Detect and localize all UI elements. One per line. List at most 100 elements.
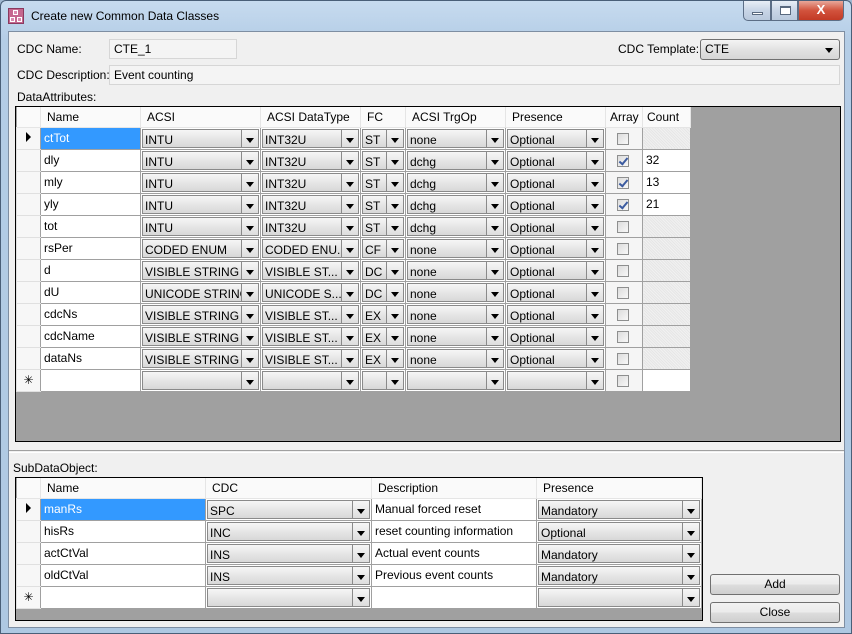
- presence-dropdown-button[interactable]: [586, 327, 603, 345]
- new-table-row[interactable]: ✳: [16, 368, 691, 392]
- column-header-name[interactable]: Name: [40, 478, 206, 499]
- acsi-cell[interactable]: INTU: [140, 170, 261, 194]
- acsi-select[interactable]: INTU: [142, 150, 259, 170]
- table-row[interactable]: cdcNs VISIBLE STRING VISIBLE ST... EX none Op…: [16, 302, 691, 326]
- row-header[interactable]: ✳: [16, 585, 41, 609]
- acsi-datatype-cell[interactable]: [260, 368, 361, 392]
- count-cell[interactable]: [642, 280, 691, 304]
- count-cell[interactable]: 21: [642, 192, 691, 216]
- acsi-trgop-dropdown-button[interactable]: [486, 327, 503, 345]
- presence-dropdown-button[interactable]: [682, 500, 699, 518]
- fc-select[interactable]: CF: [362, 238, 404, 258]
- presence-select[interactable]: Mandatory: [538, 499, 700, 519]
- name-cell[interactable]: dataNs: [40, 346, 141, 370]
- table-row[interactable]: yly INTU INT32U ST dchg Optional 21: [16, 192, 691, 216]
- row-header[interactable]: [16, 519, 41, 543]
- fc-select[interactable]: DC: [362, 260, 404, 280]
- acsi-datatype-select[interactable]: VISIBLE ST...: [262, 304, 359, 324]
- acsi-trgop-select[interactable]: none: [407, 238, 504, 258]
- acsi-select[interactable]: INTU: [142, 194, 259, 214]
- presence-select[interactable]: Optional: [507, 128, 604, 148]
- acsi-select[interactable]: UNICODE STRING: [142, 282, 259, 302]
- row-header[interactable]: [16, 214, 41, 238]
- count-cell[interactable]: [642, 236, 691, 260]
- presence-select[interactable]: Mandatory: [538, 565, 700, 585]
- name-cell[interactable]: cdcNs: [40, 302, 141, 326]
- presence-select[interactable]: Optional: [507, 194, 604, 214]
- fc-dropdown-button[interactable]: [386, 371, 403, 389]
- acsi-trgop-dropdown-button[interactable]: [486, 173, 503, 191]
- acsi-trgop-select[interactable]: none: [407, 282, 504, 302]
- acsi-trgop-dropdown-button[interactable]: [486, 217, 503, 235]
- maximize-button[interactable]: [771, 1, 798, 21]
- presence-dropdown-button[interactable]: [586, 239, 603, 257]
- presence-cell[interactable]: Optional: [505, 236, 606, 260]
- array-cell[interactable]: [605, 324, 643, 348]
- acsi-cell[interactable]: VISIBLE STRING: [140, 302, 261, 326]
- row-header[interactable]: [16, 280, 41, 304]
- acsi-trgop-cell[interactable]: none: [405, 280, 506, 304]
- acsi-select[interactable]: VISIBLE STRING: [142, 304, 259, 324]
- table-row[interactable]: oldCtVal INS Previous event counts Mandator…: [16, 563, 702, 587]
- presence-cell[interactable]: Optional: [505, 280, 606, 304]
- description-cell[interactable]: Previous event counts: [371, 563, 537, 587]
- fc-cell[interactable]: ST: [360, 214, 406, 238]
- acsi-trgop-select[interactable]: none: [407, 260, 504, 280]
- row-header[interactable]: [16, 541, 41, 565]
- column-header-presence[interactable]: Presence: [505, 107, 606, 128]
- presence-dropdown-button[interactable]: [586, 305, 603, 323]
- presence-dropdown-button[interactable]: [586, 371, 603, 389]
- table-row[interactable]: dly INTU INT32U ST dchg Optional 32: [16, 148, 691, 172]
- acsi-datatype-cell[interactable]: VISIBLE ST...: [260, 258, 361, 282]
- array-checkbox[interactable]: [617, 330, 629, 343]
- presence-select[interactable]: [507, 370, 604, 390]
- count-cell[interactable]: [642, 126, 691, 150]
- acsi-datatype-cell[interactable]: CODED ENU...: [260, 236, 361, 260]
- fc-cell[interactable]: EX: [360, 324, 406, 348]
- acsi-trgop-dropdown-button[interactable]: [486, 239, 503, 257]
- array-checkbox[interactable]: [617, 242, 629, 255]
- acsi-trgop-select[interactable]: dchg: [407, 172, 504, 192]
- acsi-datatype-select[interactable]: VISIBLE ST...: [262, 326, 359, 346]
- cdc-cell[interactable]: SPC: [205, 497, 372, 521]
- presence-select[interactable]: Optional: [507, 216, 604, 236]
- fc-cell[interactable]: DC: [360, 280, 406, 304]
- array-checkbox[interactable]: [617, 198, 629, 211]
- presence-cell[interactable]: Mandatory: [536, 563, 702, 587]
- presence-select[interactable]: Optional: [507, 150, 604, 170]
- fc-cell[interactable]: CF: [360, 236, 406, 260]
- acsi-trgop-cell[interactable]: dchg: [405, 192, 506, 216]
- sub-data-object-grid[interactable]: Name CDC Description Presence manRs SPC Ma…: [15, 477, 703, 621]
- presence-dropdown-button[interactable]: [586, 349, 603, 367]
- cdc-select[interactable]: SPC: [207, 499, 370, 519]
- acsi-cell[interactable]: CODED ENUM: [140, 236, 261, 260]
- acsi-datatype-dropdown-button[interactable]: [341, 217, 358, 235]
- array-checkbox[interactable]: [617, 352, 629, 365]
- name-cell[interactable]: cdcName: [40, 324, 141, 348]
- column-header-acsi-trgop[interactable]: ACSI TrgOp: [405, 107, 506, 128]
- fc-select[interactable]: EX: [362, 348, 404, 368]
- name-cell[interactable]: hisRs: [40, 519, 206, 543]
- array-checkbox[interactable]: [617, 132, 629, 145]
- array-cell[interactable]: [605, 368, 643, 392]
- count-cell[interactable]: [642, 214, 691, 238]
- section-divider[interactable]: [9, 450, 844, 453]
- add-button[interactable]: Add: [710, 574, 840, 595]
- cdc-select[interactable]: INC: [207, 521, 370, 541]
- acsi-dropdown-button[interactable]: [241, 327, 258, 345]
- presence-cell[interactable]: [505, 368, 606, 392]
- fc-select[interactable]: ST: [362, 150, 404, 170]
- fc-select[interactable]: EX: [362, 304, 404, 324]
- name-cell[interactable]: dly: [40, 148, 141, 172]
- cdc-select[interactable]: INS: [207, 543, 370, 563]
- description-cell[interactable]: reset counting information: [371, 519, 537, 543]
- column-header-presence[interactable]: Presence: [536, 478, 702, 499]
- cdc-dropdown-button[interactable]: [352, 522, 369, 540]
- count-cell[interactable]: [642, 346, 691, 370]
- fc-select[interactable]: ST: [362, 172, 404, 192]
- table-row[interactable]: actCtVal INS Actual event counts Mandatory: [16, 541, 702, 565]
- acsi-datatype-dropdown-button[interactable]: [341, 239, 358, 257]
- fc-select[interactable]: ST: [362, 216, 404, 236]
- acsi-cell[interactable]: [140, 368, 261, 392]
- acsi-dropdown-button[interactable]: [241, 349, 258, 367]
